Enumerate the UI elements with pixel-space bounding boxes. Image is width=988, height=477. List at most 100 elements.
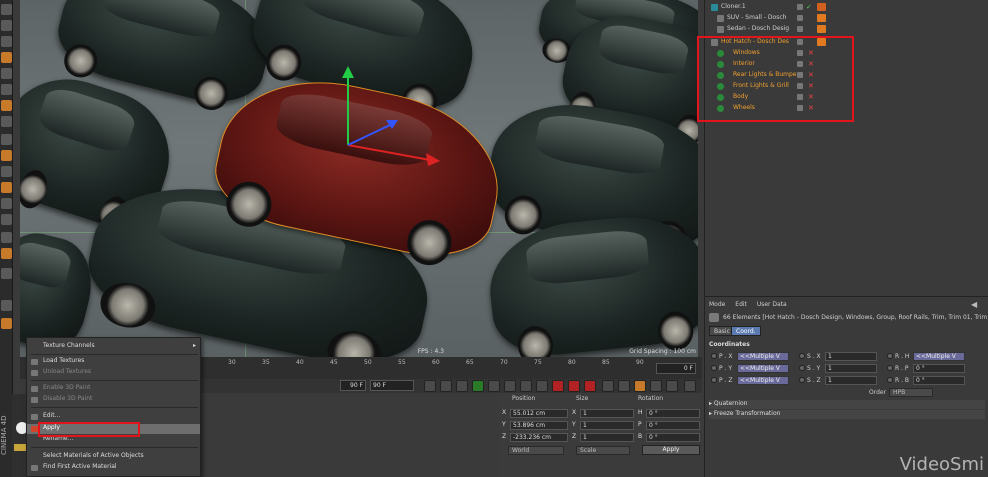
menu-item-edit[interactable]: Edit...: [27, 412, 200, 422]
menu-item-load-textures[interactable]: Load Textures: [27, 357, 200, 367]
pos-x-field[interactable]: <<Multiple V: [737, 352, 789, 361]
apply-button[interactable]: Apply: [642, 445, 700, 455]
size-mode-dropdown[interactable]: Scale: [576, 446, 630, 455]
key-dot[interactable]: [799, 365, 805, 371]
rot-h-field[interactable]: <<Multiple V: [913, 352, 965, 361]
play-button[interactable]: [472, 380, 484, 392]
size-y-field[interactable]: 1: [580, 421, 634, 430]
material-tag[interactable]: [14, 444, 26, 451]
next-frame-button[interactable]: [488, 380, 500, 392]
tool-icon[interactable]: [1, 20, 12, 31]
timeline-settings-button[interactable]: [684, 380, 696, 392]
object-row[interactable]: SUV - Small - Dosch: [705, 13, 988, 24]
tool-icon[interactable]: [1, 198, 12, 209]
back-arrow-icon[interactable]: ◀: [971, 300, 977, 309]
scale-y-field[interactable]: 1: [825, 364, 877, 373]
scale-z-field[interactable]: 1: [825, 376, 877, 385]
tool-icon[interactable]: [1, 166, 12, 177]
tool-icon[interactable]: [1, 116, 12, 127]
freeze-transformation-section[interactable]: ▸ Freeze Transformation: [709, 410, 985, 419]
prev-key-button[interactable]: [440, 380, 452, 392]
pos-y-field[interactable]: <<Multiple V: [737, 364, 789, 373]
key-dot[interactable]: [711, 377, 717, 383]
position-x-field[interactable]: 55.012 cm: [510, 409, 568, 418]
rotation-h-field[interactable]: 0 °: [646, 409, 700, 418]
tag-icon[interactable]: [817, 14, 826, 22]
visibility-toggle[interactable]: [797, 4, 803, 10]
coordinate-mode-dropdown[interactable]: World: [508, 446, 564, 455]
key-dot[interactable]: [711, 353, 717, 359]
tag-icon[interactable]: [817, 25, 826, 33]
rotation-key-button[interactable]: [634, 380, 646, 392]
end-frame-field[interactable]: 90 F: [370, 380, 414, 391]
position-z-field[interactable]: -233.236 cm: [510, 433, 568, 442]
menu-mode[interactable]: Mode: [709, 301, 725, 308]
key-dot[interactable]: [887, 353, 893, 359]
menu-user-data[interactable]: User Data: [757, 301, 787, 308]
key-dot[interactable]: [711, 365, 717, 371]
size-z-field[interactable]: 1: [580, 433, 634, 442]
prev-frame-button[interactable]: [456, 380, 468, 392]
next-key-button[interactable]: [504, 380, 516, 392]
3d-viewport[interactable]: FPS : 4.3 Grid Spacing : 100 cm: [20, 0, 698, 357]
rot-b-field[interactable]: 0 °: [913, 376, 965, 385]
tool-icon[interactable]: [1, 36, 12, 47]
size-x-field[interactable]: 1: [580, 409, 634, 418]
visibility-toggle[interactable]: [797, 15, 803, 21]
position-key-button[interactable]: [602, 380, 614, 392]
go-to-end-button[interactable]: [520, 380, 532, 392]
start-frame-field[interactable]: 90 F: [340, 380, 366, 391]
autokey-button[interactable]: [568, 380, 580, 392]
current-frame-field[interactable]: 0 F: [656, 363, 696, 374]
key-dot[interactable]: [799, 353, 805, 359]
tag-icon[interactable]: [817, 3, 826, 11]
pla-key-button[interactable]: [666, 380, 678, 392]
tool-icon[interactable]: [1, 232, 12, 243]
tab-coord[interactable]: Coord.: [731, 326, 761, 336]
param-key-button[interactable]: [650, 380, 662, 392]
move-gizmo-icon[interactable]: [320, 60, 470, 210]
tool-icon[interactable]: [1, 182, 12, 193]
tool-icon[interactable]: [1, 248, 12, 259]
axis-label: B: [638, 433, 643, 440]
position-y-field[interactable]: 53.896 cm: [510, 421, 568, 430]
scale-x-field[interactable]: 1: [825, 352, 877, 361]
record-button[interactable]: [552, 380, 564, 392]
tool-icon[interactable]: [1, 52, 12, 63]
tool-icon[interactable]: [1, 134, 12, 145]
rotation-p-field[interactable]: 0 °: [646, 421, 700, 430]
menu-item-find-first-active-material[interactable]: Find First Active Material: [27, 463, 200, 473]
object-row[interactable]: Cloner.1 ✓: [705, 2, 988, 13]
go-to-start-button[interactable]: [424, 380, 436, 392]
rot-p-field[interactable]: 0 °: [913, 364, 965, 373]
car-model[interactable]: [20, 224, 102, 356]
menu-item-disable-3d-paint[interactable]: Disable 3D Paint: [27, 395, 200, 405]
menu-edit[interactable]: Edit: [735, 301, 747, 308]
tool-icon[interactable]: [1, 214, 12, 225]
tool-icon[interactable]: [1, 268, 12, 279]
object-row[interactable]: Sedan - Dosch Desig: [705, 24, 988, 35]
rotation-b-field[interactable]: 0 °: [646, 433, 700, 442]
rotation-order-dropdown[interactable]: HPB: [889, 388, 933, 397]
menu-item-select-materials[interactable]: Select Materials of Active Objects: [27, 452, 200, 462]
enabled-check-icon[interactable]: ✓: [806, 3, 812, 11]
tool-icon[interactable]: [1, 300, 12, 311]
menu-item-texture-channels[interactable]: Texture Channels ▸: [27, 342, 200, 352]
scale-key-button[interactable]: [618, 380, 630, 392]
loop-button[interactable]: [536, 380, 548, 392]
key-dot[interactable]: [799, 377, 805, 383]
tool-icon[interactable]: [1, 84, 12, 95]
menu-item-enable-3d-paint[interactable]: Enable 3D Paint: [27, 384, 200, 394]
tool-icon[interactable]: [1, 100, 12, 111]
visibility-toggle[interactable]: [797, 26, 803, 32]
quaternion-section[interactable]: ▸ Quaternion: [709, 400, 985, 409]
tool-icon[interactable]: [1, 318, 12, 329]
key-dot[interactable]: [887, 365, 893, 371]
menu-item-unload-textures[interactable]: Unload Textures: [27, 368, 200, 378]
tool-icon[interactable]: [1, 150, 12, 161]
keyframe-selection-button[interactable]: [584, 380, 596, 392]
pos-z-field[interactable]: <<Multiple V: [737, 376, 789, 385]
tool-icon[interactable]: [1, 4, 12, 15]
tool-icon[interactable]: [1, 68, 12, 79]
key-dot[interactable]: [887, 377, 893, 383]
